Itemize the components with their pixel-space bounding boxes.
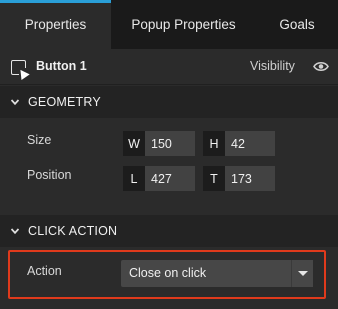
top-key: T	[203, 166, 225, 191]
tab-goals[interactable]: Goals	[256, 0, 338, 49]
chevron-down-icon	[11, 99, 19, 106]
top-field: T 173	[203, 166, 275, 191]
geometry-title: GEOMETRY	[28, 95, 101, 109]
tab-bar: Properties Popup Properties Goals	[0, 0, 338, 49]
geometry-section-header[interactable]: GEOMETRY	[0, 86, 338, 118]
size-label: Size	[27, 133, 52, 147]
top-input[interactable]: 173	[225, 166, 275, 191]
geometry-section: Size Position W 150 H 42 L 427 T 173	[0, 118, 338, 215]
button-element-icon	[11, 60, 30, 81]
height-input[interactable]: 42	[225, 131, 275, 156]
width-input[interactable]: 150	[145, 131, 195, 156]
width-key: W	[123, 131, 145, 156]
click-action-section-header[interactable]: CLICK ACTION	[0, 215, 338, 247]
width-field: W 150	[123, 131, 195, 156]
height-field: H 42	[203, 131, 275, 156]
click-action-title: CLICK ACTION	[28, 224, 118, 238]
chevron-down-icon	[11, 228, 19, 235]
tab-properties[interactable]: Properties	[0, 0, 111, 49]
action-label: Action	[27, 264, 62, 278]
left-input[interactable]: 427	[145, 166, 195, 191]
dropdown-button[interactable]	[291, 260, 313, 287]
caret-down-icon	[298, 271, 308, 276]
height-key: H	[203, 131, 225, 156]
element-name: Button 1	[36, 59, 87, 73]
action-select[interactable]: Close on click	[121, 260, 313, 287]
left-key: L	[123, 166, 145, 191]
element-header: Button 1 Visibility	[0, 49, 338, 85]
tab-popup-properties[interactable]: Popup Properties	[111, 0, 256, 49]
visibility-label: Visibility	[250, 59, 295, 73]
eye-icon[interactable]	[313, 61, 329, 72]
action-select-value: Close on click	[129, 266, 207, 280]
position-label: Position	[27, 168, 72, 182]
left-field: L 427	[123, 166, 195, 191]
